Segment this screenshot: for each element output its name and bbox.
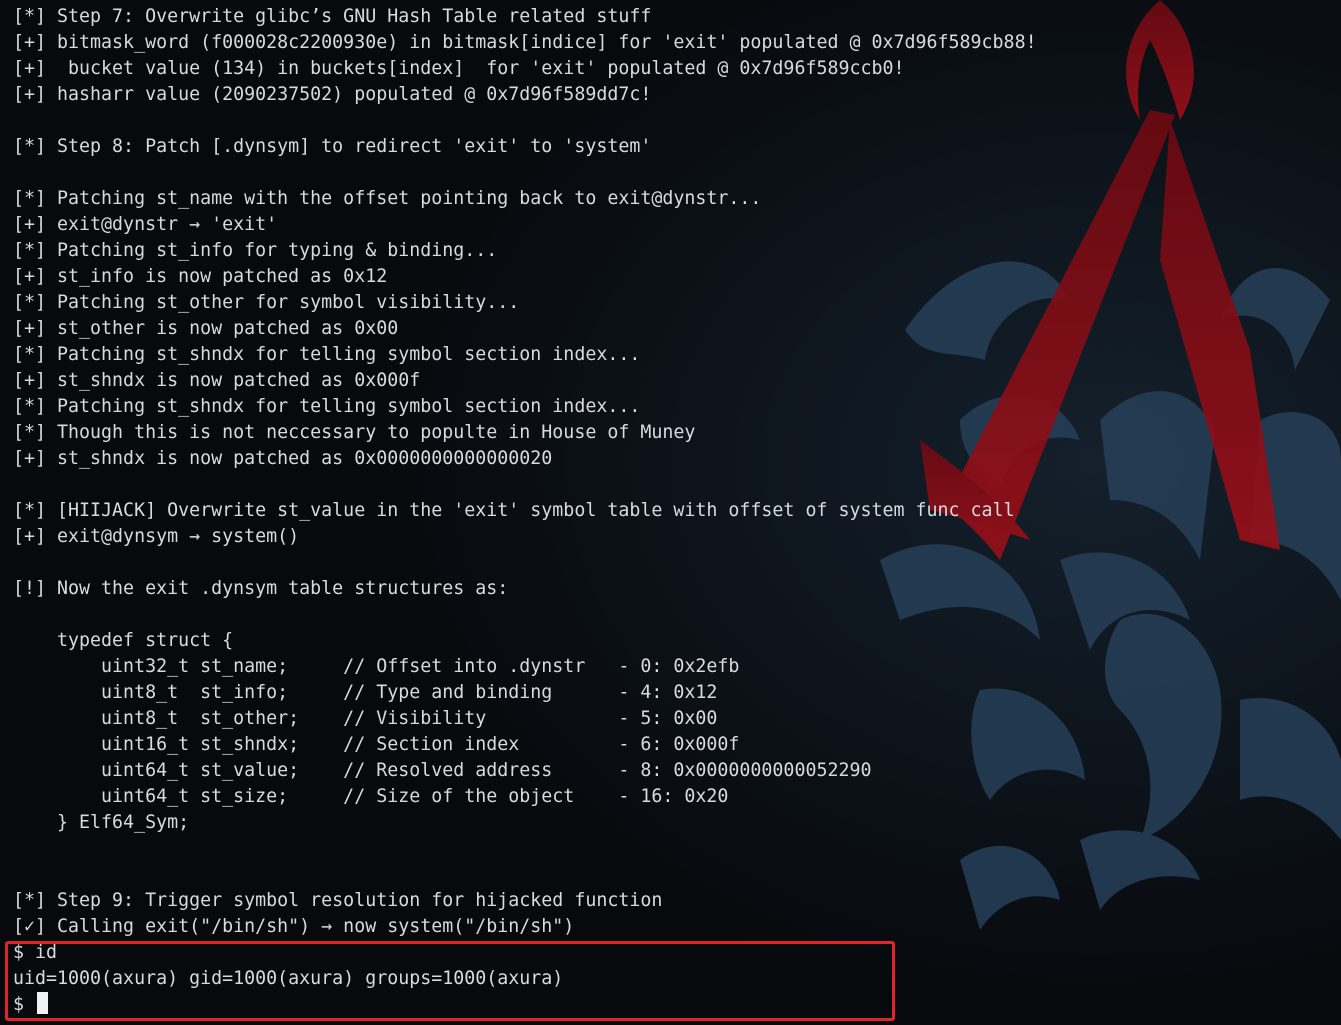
code-line: uint8_t st_other; // Visibility - 5: 0x0…	[13, 708, 718, 729]
terminal-line: [✓] Calling exit("/bin/sh") → now system…	[13, 916, 575, 937]
code-line: uint16_t st_shndx; // Section index - 6:…	[13, 734, 740, 755]
terminal-line: [+] st_shndx is now patched as 0x000f	[13, 370, 421, 391]
terminal-line: [+] st_other is now patched as 0x00	[13, 318, 399, 339]
terminal-line: [*] Patching st_info for typing & bindin…	[13, 240, 498, 261]
shell-prompt: $	[13, 994, 36, 1015]
terminal-line: [+] exit@dynstr → 'exit'	[13, 214, 278, 235]
terminal-line: [+] bucket value (134) in buckets[index]…	[13, 58, 905, 79]
block-cursor	[37, 992, 49, 1014]
terminal-line: [*] Step 8: Patch [.dynsym] to redirect …	[13, 136, 652, 157]
code-line: uint32_t st_name; // Offset into .dynstr…	[13, 656, 740, 677]
terminal-line: [+] bitmask_word (f000028c2200930e) in b…	[13, 32, 1037, 53]
terminal-line: [*] Step 9: Trigger symbol resolution fo…	[13, 890, 663, 911]
code-line: typedef struct {	[13, 630, 234, 651]
terminal-line: [+] hasharr value (2090237502) populated…	[13, 84, 652, 105]
terminal-line: [+] exit@dynsym → system()	[13, 526, 300, 547]
terminal-line: [*] Patching st_other for symbol visibil…	[13, 292, 520, 313]
terminal-line: [*] Though this is not neccessary to pop…	[13, 422, 696, 443]
shell-output-line: uid=1000(axura) gid=1000(axura) groups=1…	[13, 968, 564, 989]
code-line: } Elf64_Sym;	[13, 812, 190, 833]
shell-command-line: $ id	[13, 942, 58, 963]
terminal-line: [*] Patching st_shndx for telling symbol…	[13, 396, 641, 417]
terminal-output: [*] Step 7: Overwrite glibc’s GNU Hash T…	[0, 0, 1341, 1025]
terminal-line: [*] Step 7: Overwrite glibc’s GNU Hash T…	[13, 6, 652, 27]
terminal-line: [*] [HIIJACK] Overwrite st_value in the …	[13, 500, 1015, 521]
code-line: uint8_t st_info; // Type and binding - 4…	[13, 682, 718, 703]
shell-prompt-line[interactable]: $	[13, 992, 1341, 1018]
terminal-line: [+] st_info is now patched as 0x12	[13, 266, 388, 287]
terminal-line: [*] Patching st_name with the offset poi…	[13, 188, 762, 209]
terminal-line: [!] Now the exit .dynsym table structure…	[13, 578, 509, 599]
terminal-line: [+] st_shndx is now patched as 0x0000000…	[13, 448, 553, 469]
terminal-line: [*] Patching st_shndx for telling symbol…	[13, 344, 641, 365]
code-line: uint64_t st_size; // Size of the object …	[13, 786, 729, 807]
code-line: uint64_t st_value; // Resolved address -…	[13, 760, 872, 781]
